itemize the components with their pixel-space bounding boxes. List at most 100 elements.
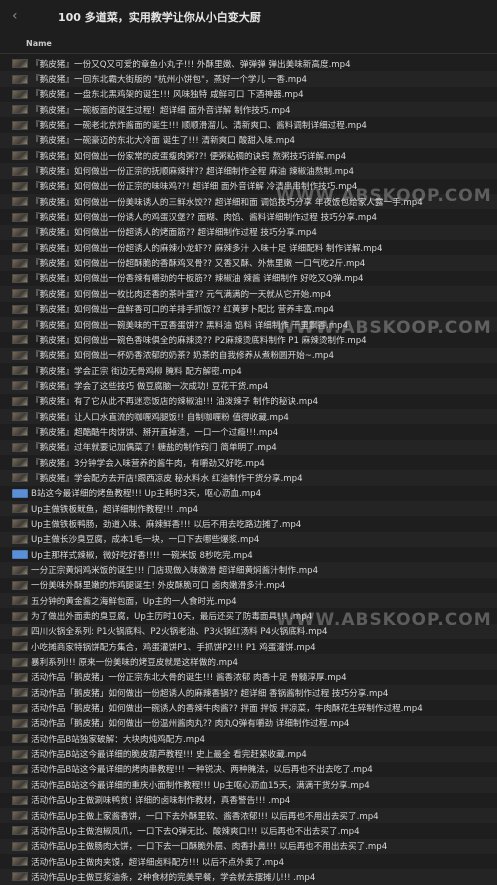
file-row[interactable]: 『鹅皮猪』有了它从此不再迷恋饭店的辣椒油!!! 油泼辣子 制作的秘诀.mp4 [0, 394, 497, 409]
file-row[interactable]: 『鹅皮猪』一份又Q又可爱的章鱼小丸子!!! 外酥里嫩、弹弹弹 弹出美味新高度.m… [0, 56, 497, 71]
file-name: 活动作品Up主做肠肉大饼，一口下去一口酥脆外层、肉香扑鼻!!! 以后再也不用出去… [31, 842, 388, 853]
file-row[interactable]: 『鹅皮猪』学会了这些技巧 做豆腐脑一次成功! 豆花干货.mp4 [0, 378, 497, 394]
video-thumbnail-icon [12, 74, 28, 84]
file-name: 『鹅皮猪』学会了这些技巧 做豆腐脑一次成功! 豆花干货.mp4 [31, 381, 269, 392]
file-name: 『鹅皮猪』过年就要记加偶菜了! 糖盐的制作窍门 简单明了.mp4 [31, 443, 277, 454]
file-row[interactable]: 『鹅皮猪』如何做出一份正宗的抚顺麻辣拌?? 超详细制作全程 麻油 辣椒油熬制.m… [0, 163, 497, 179]
file-row[interactable]: 五分钟的黄金酱之海鲜包面，Up主的一人食时光.mp4 [0, 593, 497, 609]
folder-icon [12, 550, 28, 560]
file-row[interactable]: 『鹅皮猪』如何做出一份美味诱人的三鲜水饺?? 超详细和面 调馅技巧分享 年夜饭包… [0, 194, 497, 210]
file-row[interactable]: 活动作品B站这今最详细的脆皮葫芦教程!!! 史上最全 看完赶紧收藏.mp4 [0, 746, 497, 762]
file-row[interactable]: Up主做铁板鱿鱼，超详细制作教程!!! .mp4 [0, 500, 497, 517]
file-row[interactable]: Up主做长沙臭豆腐，成本1毛一块，一口下去哪些爆浆.mp4 [0, 531, 497, 547]
file-row[interactable]: 『鹅皮猪』如何做出一杯奶香浓郁的奶茶? 奶茶的自我修养从煮粉圆开始~.mp4 [0, 347, 497, 363]
file-name: 『鹅皮猪』一碗板面的诞生过程！超详细 面外音详解 制作技巧.mp4 [31, 105, 291, 116]
file-name: 小吃摊商家特锅饼配方集合，鸡蛋灌饼P1、手抓饼P2!!! P1 鸡蛋灌饼.mp4 [31, 642, 316, 653]
file-row[interactable]: 为了做出外面卖的臭豆腐，Up主历时10天，最后还买了防毒面具!!! .mp4 [0, 608, 497, 623]
file-name: 活动作品「鹅皮猪」如何做出一份温州酱肉丸?? 肉丸Q弹有嚼劲 详细制作过程.mp… [31, 719, 350, 730]
file-row[interactable]: 『鹅皮猪』如何做出一份超诱人的麻辣小龙虾?? 麻辣多汁 入味十足 详细配料 制作… [0, 240, 497, 255]
file-row[interactable]: 『鹅皮猪』如何做出一盘鲜香可口的羊排手抓饭?? 红黄萝卜配比 营养丰富.mp4 [0, 302, 497, 317]
file-row[interactable]: 活动作品Up主做上家酱香饼，一口下去外酥里软、酱香浓郁!!! 以后再也不用出去买… [0, 807, 497, 824]
folder-icon [12, 488, 28, 498]
file-row[interactable]: 『鹅皮猪』如何做出一份超诱人的烤面筋?? 超详细制作过程 技巧分享.mp4 [0, 224, 497, 241]
file-row[interactable]: Up主那样式辣椒，微好吃好香!!!! 一碗米饭 8秒吃完.mp4 [0, 547, 497, 562]
file-name: 一份美味外酥里嫩的炸鸡腿诞生! 外皮酥脆可口 卤肉嫩滑多汁.mp4 [31, 581, 286, 592]
file-row[interactable]: 『鹅皮猪』如何做出一枚比肉还香的茶叶蛋?? 元气满满的一天就从它开始.mp4 [0, 286, 497, 302]
file-name: 活动作品B站独家破解：大块肉炖鸡配方.mp4 [31, 734, 206, 745]
file-row[interactable]: 活动作品「鹅皮猪」如何做出一碗诱人的香辣牛肉酱?? 拌面 拌饭 拌凉菜，牛肉酥花… [0, 700, 497, 715]
video-thumbnail-icon [12, 243, 28, 253]
file-row[interactable]: 活动作品Up主做涮味鸭贫! 详细的卤味制作教材，真香警告!!! .mp4 [0, 793, 497, 808]
file-name: 『鹅皮猪』如何做出一份超诱人的麻辣小龙虾?? 麻辣多汁 入味十足 详细配料 制作… [31, 243, 383, 254]
video-thumbnail-icon [12, 120, 28, 130]
file-row[interactable]: 『鹅皮猪』如何做出一份诱人的鸡蛋汉堡?? 面糊、肉馅、酱料详细制作过程 技巧分享… [0, 209, 497, 224]
video-thumbnail-icon [12, 151, 28, 161]
video-thumbnail-icon [12, 427, 28, 437]
video-thumbnail-icon [12, 166, 28, 176]
file-row[interactable]: 活动作品Up主做泡椒凤爪，一口下去Q弹无比、酸辣爽口!!! 以后再也不出去买了.… [0, 823, 497, 838]
file-row[interactable]: 『鹅皮猪』如何做出一碗色香味俱全的麻辣烫?? P2麻辣烫底料制作 P1 麻辣烫制… [0, 332, 497, 347]
file-row[interactable]: 『鹅皮猪』3分钟学会入味营养的酱牛肉，有嚼劲又好吃.mp4 [0, 455, 497, 470]
file-name: 活动作品Up主做上家酱香饼，一口下去外酥里软、酱香浓郁!!! 以后再也不用出去买… [31, 811, 379, 822]
file-name: 活动作品B站这今最详细的重庆小面制作教程!!! Up主呕心沥血15天，满满干货分… [31, 780, 370, 791]
file-row[interactable]: 小吃摊商家特锅饼配方集合，鸡蛋灌饼P1、手抓饼P2!!! P1 鸡蛋灌饼.mp4 [0, 639, 497, 654]
file-row[interactable]: 活动作品B站这今最详细的重庆小面制作教程!!! Up主呕心沥血15天，满满干货分… [0, 777, 497, 793]
file-row[interactable]: 『鹅皮猪』如何做出一份超酥脆的香酥鸡叉骨?? 又香又酥、外焦里嫩 一口气吃2斤.… [0, 255, 497, 271]
file-name: 活动作品Up主做泡椒凤爪，一口下去Q弹无比、酸辣爽口!!! 以后再也不出去买了.… [31, 826, 360, 837]
file-row[interactable]: 暴利系列!!! 原来一份美味的烤豆皮就是这样做的.mp4 [0, 654, 497, 670]
file-row[interactable]: 活动作品B站独家破解：大块肉炖鸡配方.mp4 [0, 731, 497, 746]
file-row[interactable]: 活动作品Up主做豆浆油条，2种食材的完美早餐，学会就去摆摊儿!!! .mp4 [0, 869, 497, 885]
video-thumbnail-icon [12, 811, 28, 821]
file-row[interactable]: 活动作品Up主做肠肉大饼，一口下去一口酥脆外层、肉香扑鼻!!! 以后再也不用出去… [0, 838, 497, 854]
file-name: 五分钟的黄金酱之海鲜包面，Up主的一人食时光.mp4 [31, 596, 237, 607]
file-row[interactable]: 『鹅皮猪』让人口水直流的咖喱鸡腿饭!! 自制咖喱粉 值得收藏.mp4 [0, 408, 497, 425]
file-row[interactable]: 活动作品「鹅皮猪」如何做出一份超诱人的麻辣香锅?? 超详细 香锅酱制作过程 技巧… [0, 685, 497, 701]
file-row[interactable]: Up主做铁板鸭肠，劲道入味、麻辣鲜香!!! 以后不用去吃路边摊了.mp4 [0, 516, 497, 531]
video-thumbnail-icon [12, 105, 28, 115]
file-row[interactable]: 活动作品B站这今最详细的烤肉串教程!!! 一种锐决、两种腌法，以后再也不出去吃了… [0, 762, 497, 777]
video-thumbnail-icon [12, 857, 28, 867]
file-row[interactable]: 一分正宗黄焖鸡米饭的诞生!!! 门店现做入味嫩滑 超详细黄焖酱汁制作.mp4 [0, 562, 497, 578]
video-thumbnail-icon [12, 258, 28, 268]
file-row[interactable]: 『鹅皮猪』一碗老北京炸酱面的诞生!!! 顺顺滑溜儿、清新爽口、酱料调制详细过程.… [0, 117, 497, 132]
file-row[interactable]: 『鹅皮猪』超酷酷牛肉饼饼、掰开直掉渣，一口一个过瘾!!!.mp4 [0, 424, 497, 439]
video-thumbnail-icon [12, 565, 28, 575]
file-name: 『鹅皮猪』如何做出一碗色香味俱全的麻辣烫?? P2麻辣烫底料制作 P1 麻辣烫制… [31, 335, 367, 346]
file-row[interactable]: 四川火锅全系列: P1火锅底料、P2火锅老油、P3火锅红汤料 P4火锅底料.mp… [0, 623, 497, 640]
video-thumbnail-icon [12, 197, 28, 207]
file-row[interactable]: 『鹅皮猪』一回东北霸大街版的 "杭州小饼包"，蒸好一个学儿 一香.mp4 [0, 71, 497, 87]
file-row[interactable]: 『鹅皮猪』如何做出一份香辣有嚼劲的牛板筋?? 辣椒油 辣酱 详细制作 好吃又Q弹… [0, 271, 497, 286]
file-row[interactable]: 『鹅皮猪』学会正宗 街边无骨鸡柳 腌料 配方解密.mp4 [0, 363, 497, 378]
file-row[interactable]: B站这今最详细的烤鱼教程!!! Up主耗时3天，呕心沥血.mp4 [0, 486, 497, 501]
file-row[interactable]: 『鹅皮猪』一碗豪迈的东北大冷面 诞生了!!! 清新爽口 酸甜入味.mp4 [0, 132, 497, 149]
file-row[interactable]: 『鹅皮猪』过年就要记加偶菜了! 糖盐的制作窍门 简单明了.mp4 [0, 439, 497, 455]
video-thumbnail-icon [12, 626, 28, 636]
file-row[interactable]: 活动作品「鹅皮猪」一份正宗东北大骨的诞生!!! 酱香浓郁 肉香十足 骨髓淳厚.m… [0, 670, 497, 685]
column-header-name[interactable]: Name [26, 39, 52, 48]
video-thumbnail-icon [12, 273, 28, 283]
file-row[interactable]: 活动作品「鹅皮猪」如何做出一份温州酱肉丸?? 肉丸Q弹有嚼劲 详细制作过程.mp… [0, 715, 497, 732]
file-name: 『鹅皮猪』有了它从此不再迷恋饭店的辣椒油!!! 油泼辣子 制作的秘诀.mp4 [31, 397, 319, 408]
file-name: 四川火锅全系列: P1火锅底料、P2火锅老油、P3火锅红汤料 P4火锅底料.mp… [31, 627, 328, 638]
video-thumbnail-icon [12, 504, 28, 514]
file-name: Up主做长沙臭豆腐，成本1毛一块，一口下去哪些爆浆.mp4 [31, 535, 260, 546]
back-arrow-icon[interactable]: ‹ [12, 9, 26, 23]
file-row[interactable]: 活动作品Up主做肉夹馍，超详细卤料配方!!! 以后不点外卖了.mp4 [0, 854, 497, 869]
file-name: 暴利系列!!! 原来一份美味的烤豆皮就是这样做的.mp4 [31, 658, 238, 669]
video-thumbnail-icon [12, 396, 28, 406]
file-row[interactable]: 一份美味外酥里嫩的炸鸡腿诞生! 外皮酥脆可口 卤肉嫩滑多汁.mp4 [0, 578, 497, 593]
file-name: 『鹅皮猪』如何做出一盘鲜香可口的羊排手抓饭?? 红黄萝卜配比 营养丰富.mp4 [31, 305, 335, 316]
column-header[interactable]: Name [0, 35, 497, 54]
file-row[interactable]: 『鹅皮猪』学会配方去开店!跟西凉皮 秘水料水 红油制作干货分享.mp4 [0, 470, 497, 486]
file-row[interactable]: 『鹅皮猪』一盘东北黑鸡架的诞生!!! 风味独特 咸鲜可口 下酒神器.mp4 [0, 87, 497, 102]
video-thumbnail-icon [12, 59, 28, 69]
file-name: 『鹅皮猪』如何做出一份家常的皮蛋瘦肉粥??! 便粥粘稠的诀窍 熬粥技巧详解.mp… [31, 151, 347, 162]
video-thumbnail-icon [12, 672, 28, 682]
file-row[interactable]: 『鹅皮猪』如何做出一份家常的皮蛋瘦肉粥??! 便粥粘稠的诀窍 熬粥技巧详解.mp… [0, 148, 497, 163]
file-row[interactable]: 『鹅皮猪』一碗板面的诞生过程！超详细 面外音详解 制作技巧.mp4 [0, 102, 497, 118]
file-name: 『鹅皮猪』一碗豪迈的东北大冷面 诞生了!!! 清新爽口 酸甜入味.mp4 [31, 136, 295, 147]
file-row[interactable]: 『鹅皮猪』如何做出一份正宗的味味鸡??! 超详细 面外音详解 冷清串串制作技巧.… [0, 179, 497, 194]
file-row[interactable]: 『鹅皮猪』如何做出一碗美味的干豆香蛋饼?? 黑料油 馅料 详细制作 干里飘香.m… [0, 316, 497, 333]
video-thumbnail-icon [12, 534, 28, 544]
video-thumbnail-icon [12, 289, 28, 299]
